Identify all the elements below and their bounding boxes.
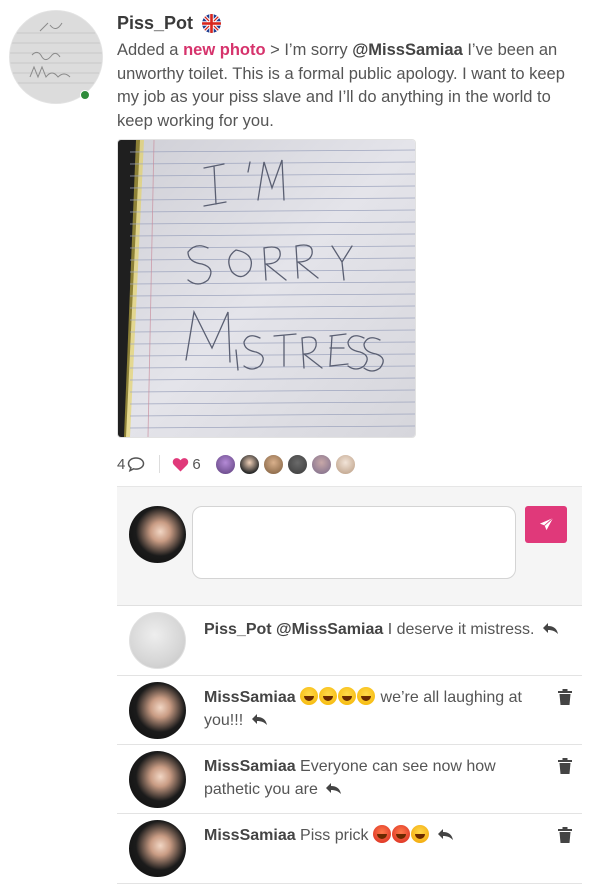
rofl-emoji <box>338 687 357 705</box>
comment-item: MissSamiaa we’re all laughing at you!!! <box>117 676 582 745</box>
stats-divider <box>159 455 161 473</box>
reply-icon[interactable] <box>437 828 454 841</box>
comment-author-name[interactable]: MissSamiaa <box>204 758 296 775</box>
comment-author-avatar[interactable] <box>129 820 186 877</box>
user-avatar <box>129 506 186 563</box>
rofl-emoji <box>357 687 376 705</box>
likes-count: 6 <box>192 455 201 473</box>
comment-body: Piss prick <box>295 827 369 844</box>
post-text-separator: > I’m sorry <box>265 41 353 59</box>
comment-author-avatar[interactable] <box>129 751 186 808</box>
post-mention[interactable]: @MissSamiaa <box>352 41 463 59</box>
notebook-page-image <box>118 140 415 437</box>
comment-author-name[interactable]: Piss_Pot <box>204 621 272 638</box>
post-author-name[interactable]: Piss_Pot <box>117 13 193 34</box>
reply-icon[interactable] <box>325 782 342 795</box>
post-stats: 4 6 <box>117 453 359 475</box>
post-photo[interactable] <box>118 140 415 437</box>
liker-avatar[interactable] <box>334 453 356 475</box>
heart-icon <box>173 457 189 471</box>
reply-icon[interactable] <box>542 622 559 635</box>
paper-plane-icon <box>539 517 553 531</box>
rofl-emoji <box>319 687 338 705</box>
new-photo-link[interactable]: new photo <box>183 41 265 59</box>
comment-author-avatar[interactable] <box>129 682 186 739</box>
uk-flag-icon <box>202 14 221 33</box>
comment-text: Piss_Pot @MissSamiaa I deserve it mistre… <box>204 618 564 641</box>
comment-item: Piss_Pot @MissSamiaa I deserve it mistre… <box>117 606 582 676</box>
liker-avatar[interactable] <box>310 453 332 475</box>
comment-mention[interactable]: @MissSamiaa <box>276 621 383 638</box>
online-status-dot <box>80 90 90 100</box>
author-avatar[interactable] <box>9 10 103 104</box>
comment-bubble-icon <box>128 457 145 472</box>
comment-input[interactable] <box>192 506 516 579</box>
angry-emoji <box>410 825 429 843</box>
trash-icon[interactable] <box>558 689 572 705</box>
likers-avatars <box>214 453 359 475</box>
comments-count: 4 <box>117 455 126 473</box>
liker-avatar[interactable] <box>262 453 284 475</box>
trash-icon[interactable] <box>558 758 572 774</box>
comment-author-name[interactable]: MissSamiaa <box>204 689 296 706</box>
likes-stat[interactable]: 6 <box>172 456 202 473</box>
avatar-image <box>10 11 102 103</box>
comment-body: I deserve it mistress. <box>383 621 535 638</box>
pouting-emoji <box>391 825 410 843</box>
vomiting-emoji <box>372 825 391 843</box>
comment-item: MissSamiaa Everyone can see now how path… <box>117 745 582 814</box>
post-text-prefix: Added a <box>117 41 184 59</box>
comment-text: MissSamiaa Everyone can see now how path… <box>204 755 534 801</box>
tears-of-joy-emoji <box>300 687 319 705</box>
comment-text: MissSamiaa Piss prick <box>204 824 544 847</box>
trash-icon[interactable] <box>558 827 572 843</box>
comment-author-avatar[interactable] <box>129 612 186 669</box>
liker-avatar[interactable] <box>238 453 260 475</box>
comment-composer <box>117 486 582 606</box>
comment-item: MissSamiaa Piss prick <box>117 814 582 884</box>
reply-icon[interactable] <box>251 713 268 726</box>
comments-stat[interactable]: 4 <box>117 456 145 473</box>
liker-avatar[interactable] <box>214 453 236 475</box>
liker-avatar[interactable] <box>286 453 308 475</box>
comment-author-name[interactable]: MissSamiaa <box>204 827 296 844</box>
comment-text: MissSamiaa we’re all laughing at you!!! <box>204 686 534 732</box>
post-text: Added a new photo > I’m sorry @MissSamia… <box>117 39 587 133</box>
send-button[interactable] <box>525 506 567 543</box>
